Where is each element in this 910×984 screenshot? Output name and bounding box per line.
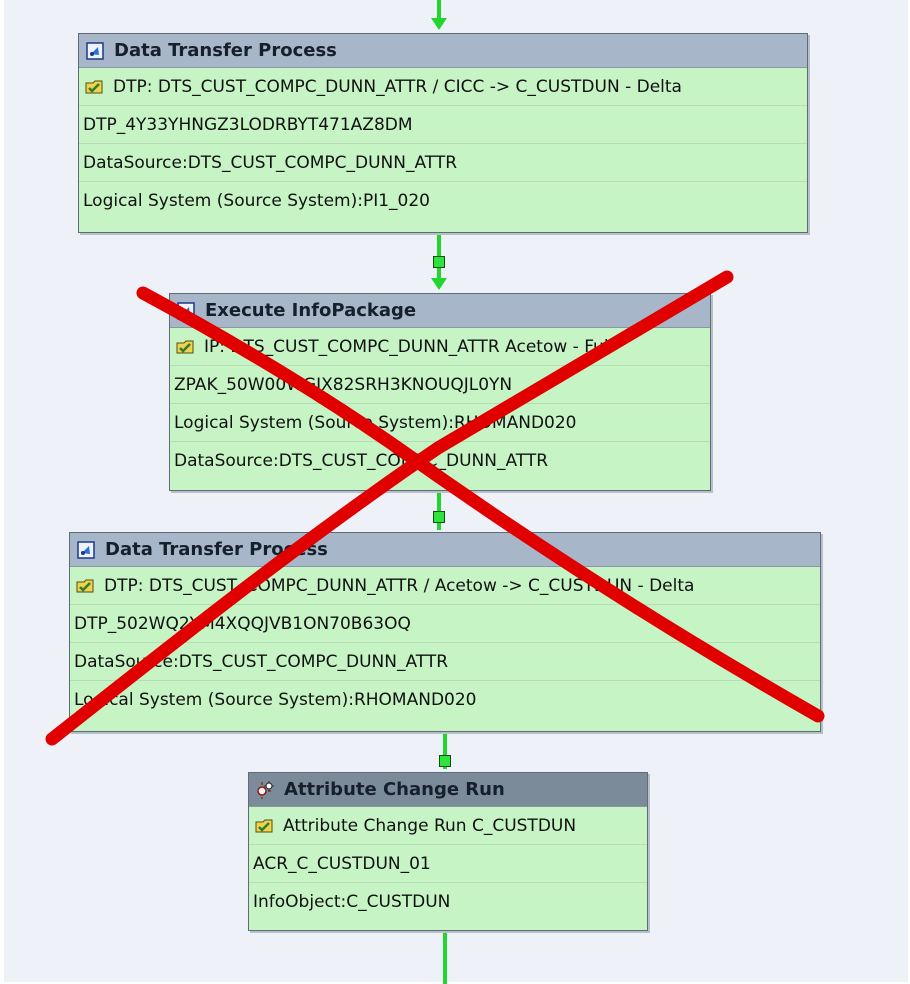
logical-system-row: Logical System (Source System):RHOMAND02…	[170, 404, 710, 442]
node-title: Data Transfer Process	[114, 40, 337, 61]
infopackage-header: Execute InfoPackage	[170, 294, 710, 328]
datasource-label: DataSource:DTS_CUST_COMPC_DUNN_ATTR	[174, 451, 549, 471]
connector-1-2-arrow-icon	[431, 278, 447, 290]
variant-row[interactable]: Attribute Change Run C_CUSTDUN	[249, 807, 647, 845]
technical-name-row: DTP_502WQ2YM4XQQJVB1ON70B63OQ	[70, 605, 820, 643]
attribute-change-run-header: Attribute Change Run	[249, 773, 647, 807]
connector-2-3	[437, 488, 441, 530]
attribute-change-run-node[interactable]: Attribute Change Run Attribute Change Ru…	[248, 772, 648, 931]
connector-bottom	[443, 930, 447, 984]
connector-node-1-2	[433, 256, 445, 268]
node-title: Data Transfer Process	[105, 539, 328, 560]
node-title: Execute InfoPackage	[205, 300, 417, 321]
datasource-label: DataSource:DTS_CUST_COMPC_DUNN_ATTR	[83, 152, 458, 173]
process-icon	[77, 540, 95, 559]
variant-label: DTP: DTS_CUST_COMPC_DUNN_ATTR / CICC -> …	[113, 76, 682, 97]
dtp-header: Data Transfer Process	[79, 34, 807, 68]
technical-name: DTP_4Y33YHNGZ3LODRBYT471AZ8DM	[83, 114, 413, 135]
dtp-header: Data Transfer Process	[70, 533, 820, 567]
node-title: Attribute Change Run	[284, 779, 505, 800]
variant-label: DTP: DTS_CUST_COMPC_DUNN_ATTR / Acetow -…	[104, 575, 695, 596]
checkmark-folder-icon	[76, 579, 94, 592]
datasource-row: DataSource:DTS_CUST_COMPC_DUNN_ATTR	[70, 643, 820, 681]
technical-name: ZPAK_50W00WGIX82SRH3KNOUQJL0YN	[174, 374, 513, 395]
variant-row[interactable]: IP: DTS_CUST_COMPC_DUNN_ATTR Acetow - Fu…	[170, 328, 710, 366]
connector-top	[437, 0, 441, 20]
variant-label: Attribute Change Run C_CUSTDUN	[283, 815, 577, 836]
variant-label: IP: DTS_CUST_COMPC_DUNN_ATTR Acetow - Fu…	[204, 336, 614, 357]
checkmark-folder-icon	[255, 819, 273, 832]
technical-name-row: DTP_4Y33YHNGZ3LODRBYT471AZ8DM	[79, 106, 807, 144]
execute-infopackage-node[interactable]: Execute InfoPackage IP: DTS_CUST_COMPC_D…	[169, 293, 711, 491]
process-icon	[86, 41, 104, 60]
process-icon	[177, 301, 195, 320]
variant-row[interactable]: DTP: DTS_CUST_COMPC_DUNN_ATTR / Acetow -…	[70, 567, 820, 605]
dtp-node-acetow[interactable]: Data Transfer Process DTP: DTS_CUST_COMP…	[69, 532, 821, 732]
datasource-row: DataSource:DTS_CUST_COMPC_DUNN_ATTR	[170, 442, 710, 480]
variant-row[interactable]: DTP: DTS_CUST_COMPC_DUNN_ATTR / CICC -> …	[79, 68, 807, 106]
logical-system-label: Logical System (Source System):RHOMAND02…	[74, 690, 477, 710]
gears-icon	[256, 780, 274, 799]
infoobject-label: InfoObject:C_CUSTDUN	[253, 892, 451, 912]
checkmark-folder-icon	[85, 80, 103, 93]
infoobject-row: InfoObject:C_CUSTDUN	[249, 883, 647, 921]
datasource-row: DataSource:DTS_CUST_COMPC_DUNN_ATTR	[79, 144, 807, 182]
datasource-label: DataSource:DTS_CUST_COMPC_DUNN_ATTR	[74, 651, 449, 672]
technical-name: ACR_C_CUSTDUN_01	[253, 853, 431, 874]
connector-top-arrow-icon	[431, 18, 447, 30]
dtp-node-cicc[interactable]: Data Transfer Process DTP: DTS_CUST_COMP…	[78, 33, 808, 233]
technical-name-row: ZPAK_50W00WGIX82SRH3KNOUQJL0YN	[170, 366, 710, 404]
connector-node-3-4	[439, 755, 451, 767]
logical-system-row: Logical System (Source System):PI1_020	[79, 182, 807, 220]
technical-name-row: ACR_C_CUSTDUN_01	[249, 845, 647, 883]
logical-system-label: Logical System (Source System):RHOMAND02…	[174, 412, 577, 433]
connector-node-2-3	[433, 511, 445, 523]
logical-system-label: Logical System (Source System):PI1_020	[83, 191, 430, 211]
logical-system-row: Logical System (Source System):RHOMAND02…	[70, 681, 820, 719]
checkmark-folder-icon	[176, 340, 194, 353]
technical-name: DTP_502WQ2YM4XQQJVB1ON70B63OQ	[74, 613, 411, 634]
